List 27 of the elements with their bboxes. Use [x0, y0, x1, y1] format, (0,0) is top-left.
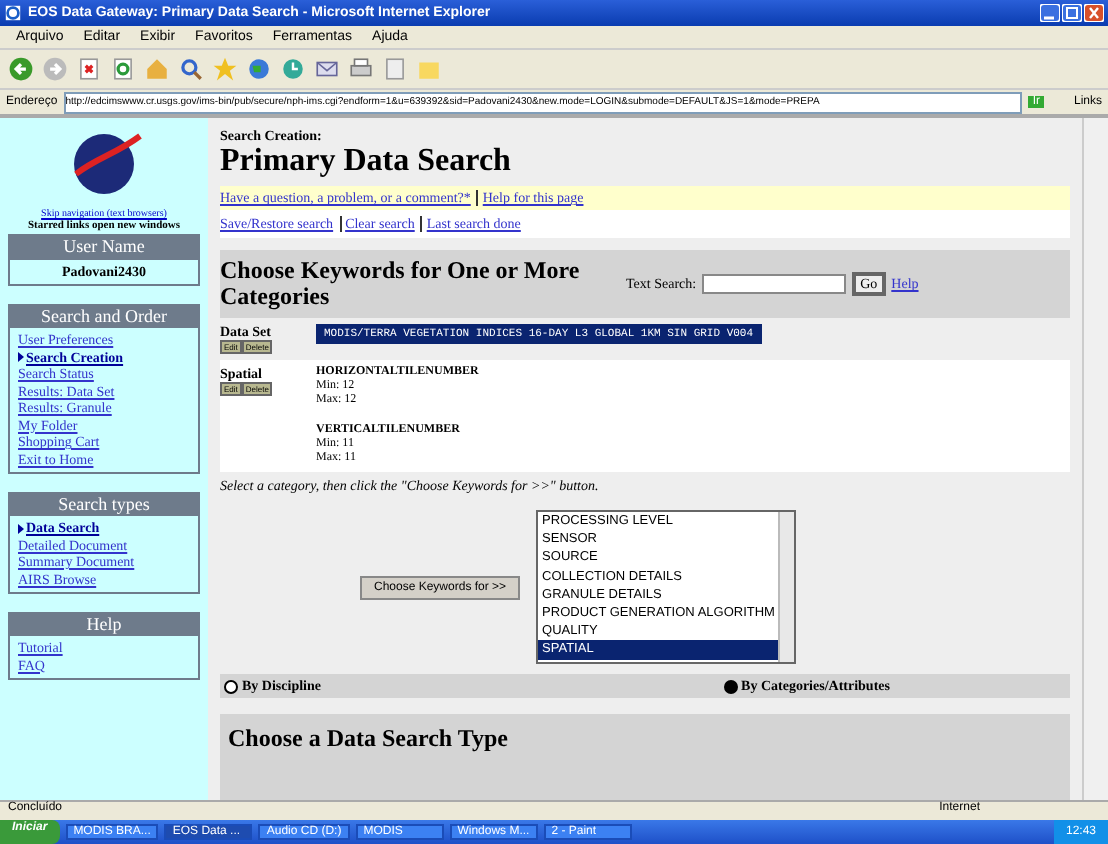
back-icon[interactable]: [8, 56, 34, 82]
section-heading: Search types: [8, 492, 200, 516]
minimize-button[interactable]: [1040, 4, 1060, 22]
section-heading: User Name: [8, 234, 200, 258]
maximize-button[interactable]: [1062, 4, 1082, 22]
clock-icon[interactable]: [280, 56, 306, 82]
globe-icon[interactable]: [246, 56, 272, 82]
section-heading: Choose a Data Search Type: [228, 726, 511, 752]
text-search-field[interactable]: [702, 274, 847, 294]
browser-icon: [4, 4, 22, 22]
printer-icon[interactable]: [348, 56, 374, 82]
section-heading: Choose Keywords for One or More Categories: [220, 258, 582, 310]
stop-icon[interactable]: [76, 56, 102, 82]
section-heading: Search and Order: [8, 304, 200, 328]
page-title: Primary Data Search: [220, 144, 513, 180]
forward-icon[interactable]: [42, 56, 68, 82]
star-icon[interactable]: [212, 56, 238, 82]
document-icon[interactable]: [382, 56, 408, 82]
refresh-icon[interactable]: [110, 56, 136, 82]
caret-icon: [18, 523, 24, 534]
mail-icon[interactable]: [314, 56, 340, 82]
caret-icon: [18, 352, 24, 363]
scrollbar[interactable]: [778, 512, 795, 662]
search-icon[interactable]: [178, 56, 204, 82]
section-heading: Help: [8, 612, 200, 636]
close-button[interactable]: [1084, 4, 1104, 22]
scrollbar[interactable]: [1082, 118, 1108, 800]
